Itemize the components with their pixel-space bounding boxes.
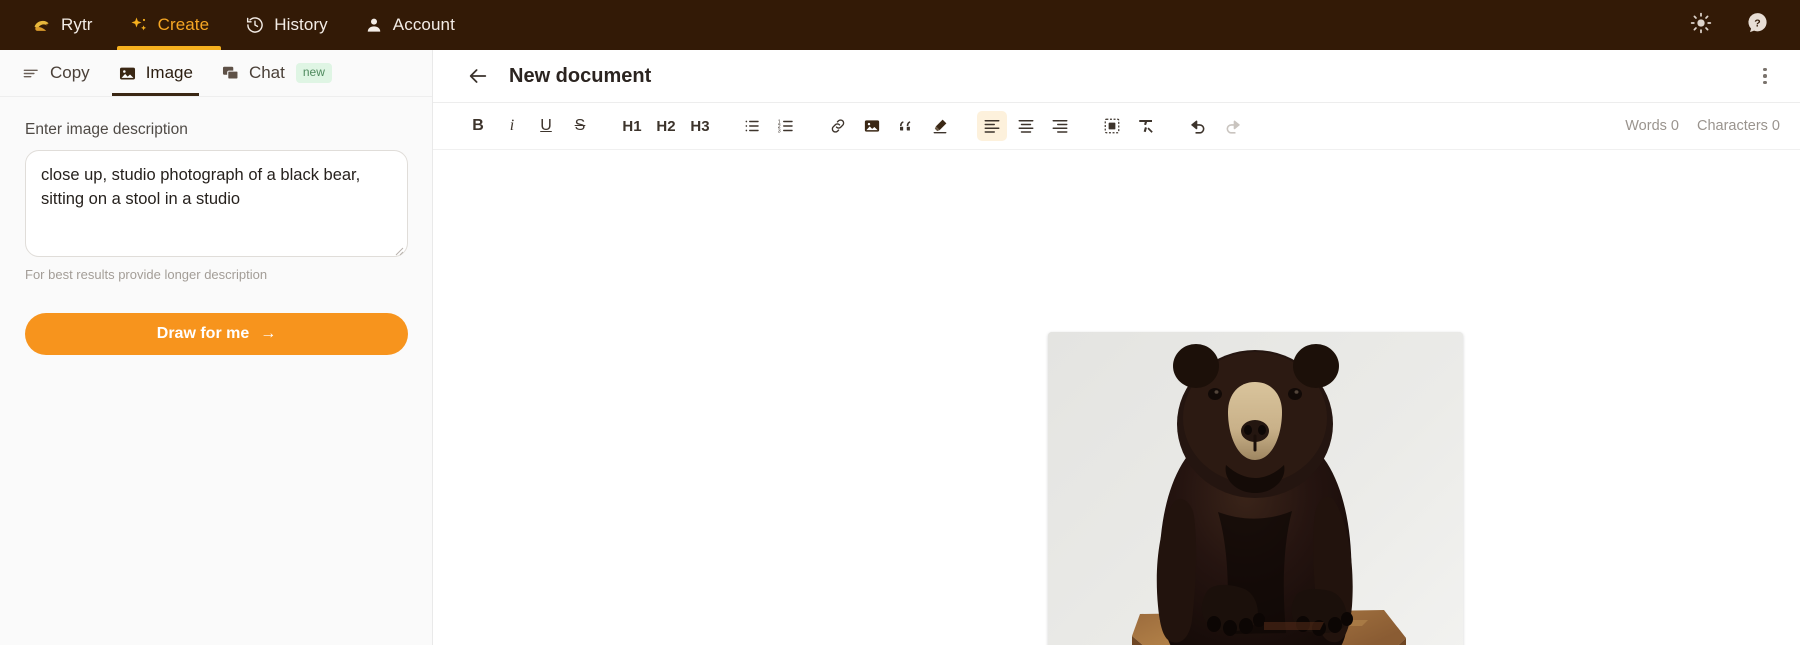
top-navigation-bar: Rytr Create History Account ? bbox=[0, 0, 1800, 50]
picture-icon bbox=[118, 64, 137, 83]
nav-item-history[interactable]: History bbox=[227, 0, 346, 50]
insert-block-icon[interactable] bbox=[1097, 111, 1127, 141]
top-nav-right-actions: ? bbox=[1688, 0, 1782, 50]
chat-icon bbox=[221, 64, 240, 83]
sparkle-icon bbox=[129, 15, 149, 35]
image-description-input[interactable] bbox=[25, 150, 408, 257]
description-hint: For best results provide longer descript… bbox=[25, 267, 268, 282]
bold-button[interactable]: B bbox=[463, 111, 493, 141]
kebab-dot bbox=[1763, 67, 1767, 72]
arrow-right-icon: → bbox=[260, 325, 277, 342]
document-panel: New document B i U S H1 H2 H3 1 2 3 Word… bbox=[433, 50, 1800, 645]
sidebar-tab-label: Copy bbox=[50, 63, 90, 82]
clear-format-icon[interactable] bbox=[1131, 111, 1161, 141]
status-badge-new: new bbox=[295, 63, 332, 83]
numbered-list-icon[interactable]: 1 2 3 bbox=[771, 111, 801, 141]
align-right-icon[interactable] bbox=[1045, 111, 1075, 141]
lines-icon bbox=[22, 64, 41, 83]
svg-text:?: ? bbox=[1754, 18, 1760, 30]
nav-item-account[interactable]: Account bbox=[346, 0, 473, 50]
image-generation-form: Enter image description For best results… bbox=[0, 97, 432, 645]
blockquote-icon[interactable] bbox=[891, 111, 921, 141]
document-header: New document bbox=[433, 50, 1800, 103]
arrow-left-icon[interactable] bbox=[467, 65, 489, 87]
svg-text:3: 3 bbox=[778, 128, 781, 134]
sidebar-tab-bar: Copy Image Chat new bbox=[0, 50, 432, 97]
nav-item-label: Create bbox=[157, 15, 210, 34]
image-description-label: Enter image description bbox=[25, 121, 188, 138]
bullet-list-icon[interactable] bbox=[737, 111, 767, 141]
nav-item-rytr[interactable]: Rytr bbox=[14, 0, 111, 50]
underline-button[interactable]: U bbox=[531, 111, 561, 141]
redo-icon[interactable] bbox=[1217, 111, 1247, 141]
heading-2-button[interactable]: H2 bbox=[651, 111, 681, 141]
italic-button[interactable]: i bbox=[497, 111, 527, 141]
theme-toggle-button[interactable] bbox=[1688, 12, 1714, 38]
heading-3-button[interactable]: H3 bbox=[685, 111, 715, 141]
main-body: Copy Image Chat new Enter image descript… bbox=[0, 50, 1800, 645]
sun-icon bbox=[1690, 12, 1712, 39]
link-icon[interactable] bbox=[823, 111, 853, 141]
kebab-dot bbox=[1763, 80, 1767, 85]
draw-for-me-button[interactable]: Draw for me → bbox=[25, 313, 408, 355]
page-title: New document bbox=[509, 64, 652, 87]
image-icon[interactable] bbox=[857, 111, 887, 141]
help-circle-icon: ? bbox=[1746, 11, 1769, 39]
bear-photo bbox=[1048, 332, 1463, 645]
image-description-wrapper bbox=[25, 150, 408, 257]
document-canvas[interactable] bbox=[433, 150, 1800, 645]
character-count: Characters 0 bbox=[1696, 118, 1780, 134]
kebab-dot bbox=[1763, 74, 1767, 78]
nav-item-create[interactable]: Create bbox=[111, 0, 228, 50]
draw-for-me-label: Draw for me bbox=[156, 325, 250, 342]
kebab-menu-icon[interactable] bbox=[1752, 63, 1778, 89]
sidebar-tab-label: Image bbox=[145, 63, 193, 82]
clock-history-icon bbox=[245, 15, 265, 35]
nav-item-label: Rytr bbox=[61, 15, 93, 34]
nav-item-label: Account bbox=[392, 15, 455, 34]
undo-icon[interactable] bbox=[1183, 111, 1213, 141]
heading-1-button[interactable]: H1 bbox=[617, 111, 647, 141]
generated-image[interactable] bbox=[1048, 332, 1463, 645]
sidebar-tab-label: Chat bbox=[248, 63, 285, 82]
person-icon bbox=[364, 15, 384, 35]
align-left-icon[interactable] bbox=[977, 111, 1007, 141]
left-sidebar: Copy Image Chat new Enter image descript… bbox=[0, 50, 433, 645]
nav-item-label: History bbox=[274, 15, 328, 34]
help-button[interactable]: ? bbox=[1744, 12, 1770, 38]
sidebar-tab-chat[interactable]: Chat new bbox=[207, 50, 346, 96]
strikethrough-button[interactable]: S bbox=[565, 111, 595, 141]
align-center-icon[interactable] bbox=[1011, 111, 1041, 141]
editor-toolbar: B i U S H1 H2 H3 1 2 3 Words 0 Character… bbox=[433, 103, 1800, 150]
top-nav-items: Rytr Create History Account bbox=[14, 0, 473, 50]
app-root: Rytr Create History Account ? Copy Image… bbox=[0, 0, 1800, 645]
sidebar-tab-image[interactable]: Image bbox=[104, 50, 207, 96]
editor-counters: Words 0 Characters 0 bbox=[1625, 118, 1780, 134]
word-count: Words 0 bbox=[1625, 118, 1679, 134]
sidebar-tab-copy[interactable]: Copy bbox=[8, 50, 104, 96]
highlighter-icon[interactable] bbox=[925, 111, 955, 141]
rytr-logo-icon bbox=[32, 15, 52, 35]
